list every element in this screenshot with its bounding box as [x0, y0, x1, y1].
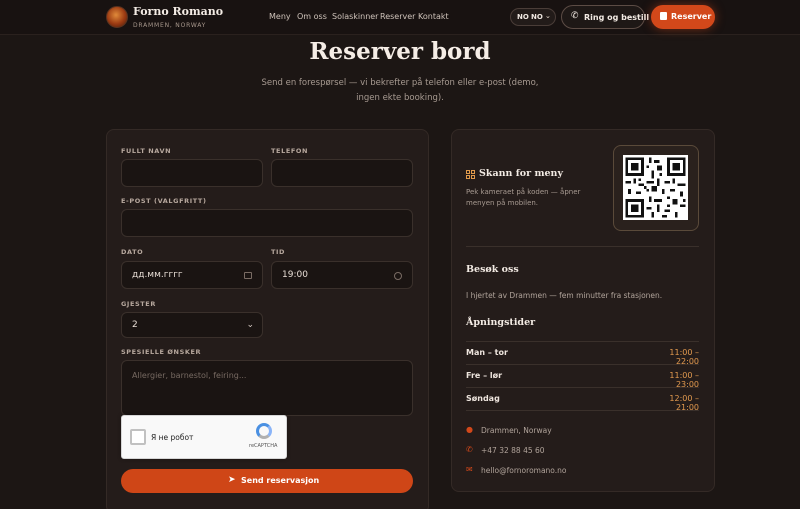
phone-icon: ✆	[466, 445, 473, 454]
recaptcha-widget: Я не робот reCAPTCHA	[121, 415, 287, 459]
divider	[466, 387, 699, 388]
language-select[interactable]: NO NO ⌄	[510, 8, 556, 26]
qr-code-icon	[466, 170, 475, 179]
recaptcha-logo-icon	[256, 423, 272, 439]
page-subtitle: Send en forespørsel — vi bekrefter på te…	[261, 78, 539, 103]
recaptcha-checkbox[interactable]	[130, 429, 146, 445]
requests-textarea[interactable]: Allergier, barnestol, feiring...	[121, 360, 413, 416]
visit-description: I hjertet av Drammen — fem minutter fra …	[466, 291, 663, 300]
menu-qr-code[interactable]	[623, 155, 688, 220]
time-value: 19:00	[282, 270, 308, 280]
hours-day: Fre – lør	[466, 371, 503, 380]
calendar-icon	[660, 12, 667, 20]
nav-item-meny[interactable]: Meny	[269, 12, 291, 21]
time-label: TID	[271, 248, 286, 256]
guests-select[interactable]: 2 ⌄	[121, 312, 263, 338]
location-pin-icon: ●	[466, 425, 473, 434]
date-input[interactable]: дд.мм.гггг	[121, 261, 263, 289]
hours-title: Åpningstider	[466, 317, 536, 328]
recaptcha-label: Я не робот	[151, 433, 194, 442]
logo[interactable]	[106, 6, 128, 28]
scan-description: Pek kameraet på koden — åpner menyen på …	[466, 188, 581, 207]
name-input[interactable]	[121, 159, 263, 187]
contact-address: Drammen, Norway	[481, 426, 552, 435]
brand-location: DRAMMEN, NORWAY	[133, 22, 207, 29]
date-label: DATO	[121, 248, 144, 256]
clock-icon[interactable]	[394, 272, 402, 280]
email-input[interactable]	[121, 209, 413, 237]
phone-icon: ✆	[571, 11, 579, 21]
phone-label: TELEFON	[271, 147, 309, 155]
nav-item-reserver[interactable]: Reserver	[380, 12, 415, 21]
contact-phone[interactable]: +47 32 88 45 60	[481, 446, 545, 455]
scan-title: Skann for meny	[479, 168, 563, 179]
requests-placeholder: Allergier, barnestol, feiring...	[132, 371, 247, 380]
nav-item-kontakt[interactable]: Kontakt	[418, 12, 449, 21]
page-title: Reserver bord	[309, 38, 491, 65]
recaptcha-brand: reCAPTCHA	[249, 443, 278, 449]
reserve-label: Reserver	[671, 12, 712, 21]
divider	[466, 341, 699, 342]
hours-day: Man – tor	[466, 348, 508, 357]
chevron-down-icon: ⌄	[246, 320, 254, 330]
guests-value: 2	[132, 320, 138, 330]
email-label: E-POST (VALGFRITT)	[121, 197, 207, 205]
name-label: FULLT NAVN	[121, 147, 172, 155]
send-reservation-button[interactable]: ➤ Send reservasjon	[121, 469, 413, 493]
divider	[466, 364, 699, 365]
hours-day: Søndag	[466, 394, 500, 403]
date-placeholder: дд.мм.гггг	[132, 270, 183, 280]
language-selected: NO	[531, 13, 543, 21]
visit-title: Besøk oss	[466, 264, 519, 275]
contact-email[interactable]: hello@fornoromano.no	[481, 466, 567, 475]
reserve-button[interactable]: Reserver	[651, 5, 715, 29]
divider	[466, 410, 699, 411]
time-input[interactable]: 19:00	[271, 261, 413, 289]
send-label: Send reservasjon	[241, 476, 320, 485]
brand-name[interactable]: Forno Romano	[133, 5, 223, 18]
divider	[466, 246, 699, 247]
site-header: Forno Romano DRAMMEN, NORWAY Meny Om oss…	[0, 0, 800, 35]
call-label: Ring og bestill	[584, 13, 650, 22]
mail-icon: ✉	[466, 465, 473, 474]
nav-item-om-oss[interactable]: Om oss	[297, 12, 327, 21]
requests-label: SPESIELLE ØNSKER	[121, 348, 202, 356]
guests-label: GJESTER	[121, 300, 156, 308]
call-to-order-button[interactable]: ✆ Ring og bestill	[561, 5, 649, 29]
language-code: NO	[517, 13, 529, 21]
chevron-down-icon: ⌄	[545, 12, 551, 20]
nav-item-solaskinner[interactable]: Solaskinner	[332, 12, 378, 21]
phone-input[interactable]	[271, 159, 413, 187]
send-icon: ➤	[228, 475, 236, 485]
calendar-icon[interactable]	[244, 272, 252, 279]
